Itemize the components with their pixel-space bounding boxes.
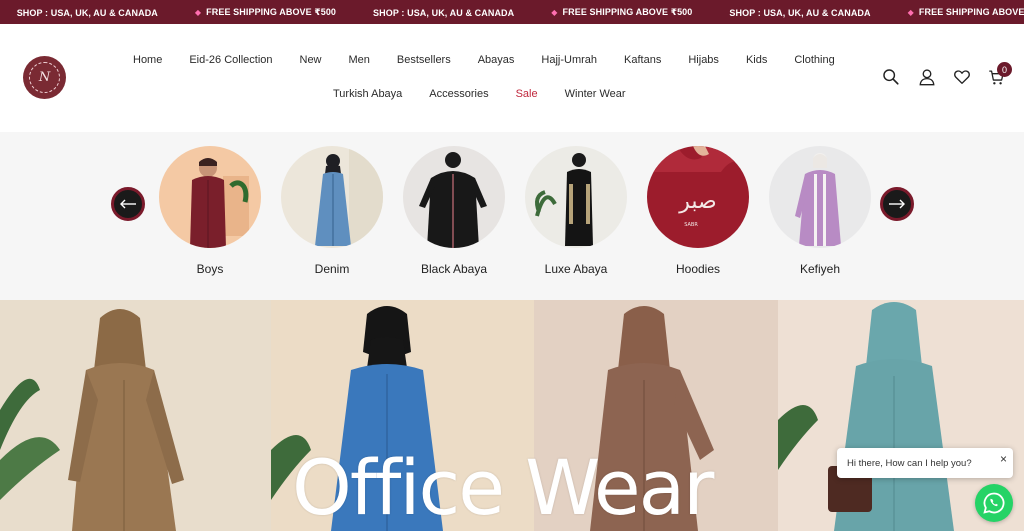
arrow-right-icon xyxy=(889,199,905,209)
announcement-bar: ₹500SHOP : USA, UK, AU & CANADA◆FREE SHI… xyxy=(0,0,1024,24)
chat-close-button[interactable]: × xyxy=(1000,452,1007,466)
category-carousel: Boys Denim Black Abaya Luxe Abaya صبر SA… xyxy=(0,132,1024,300)
brand-logo[interactable]: N xyxy=(23,56,66,99)
hero-panel-1 xyxy=(0,300,271,531)
nav-item-turkish-abaya[interactable]: Turkish Abaya xyxy=(333,88,402,100)
whatsapp-icon xyxy=(983,492,1005,514)
main-nav-row-1: Home Eid-26 Collection New Men Bestsellers Ab… xyxy=(133,54,862,66)
announcement-text: SHOP : USA, UK, AU & CANADA xyxy=(373,7,515,18)
user-icon[interactable] xyxy=(918,68,936,86)
nav-item-accessories[interactable]: Accessories xyxy=(429,88,488,100)
nav-item-kaftans[interactable]: Kaftans xyxy=(624,54,661,66)
nav-item-hajj-umrah[interactable]: Hajj-Umrah xyxy=(541,54,597,66)
announcement-text: SHOP : USA, UK, AU & CANADA xyxy=(729,7,871,18)
hero-banner[interactable]: Office Wear xyxy=(0,300,1024,531)
category-image xyxy=(159,146,261,248)
logo-emblem: N xyxy=(29,62,60,93)
announcement-message: SHOP : USA, UK, AU & CANADA xyxy=(17,7,158,18)
nav-item-new[interactable]: New xyxy=(300,54,322,66)
category-label: Hoodies xyxy=(675,262,721,276)
chat-greeting-text: Hi there, How can I help you? xyxy=(847,457,972,469)
category-black-abaya[interactable]: Black Abaya xyxy=(403,146,505,276)
hoodie-print-text: صبر xyxy=(678,189,716,214)
category-image xyxy=(281,146,383,248)
category-denim[interactable]: Denim xyxy=(281,146,383,276)
nav-item-winter-wear[interactable]: Winter Wear xyxy=(565,88,626,100)
nav-item-home[interactable]: Home xyxy=(133,54,162,66)
main-nav-row-2: Turkish Abaya Accessories Sale Winter Wear xyxy=(333,88,653,100)
announcement-text: SHOP : USA, UK, AU & CANADA xyxy=(16,7,158,18)
category-image xyxy=(769,146,871,248)
heart-icon[interactable] xyxy=(953,68,971,86)
category-kefiyeh[interactable]: Kefiyeh xyxy=(769,146,871,276)
announcement-message: SHOP : USA, UK, AU & CANADA xyxy=(729,7,870,18)
category-label: Luxe Abaya xyxy=(544,262,608,276)
announcement-track: ₹500SHOP : USA, UK, AU & CANADA◆FREE SHI… xyxy=(0,7,1024,18)
category-boys[interactable]: Boys xyxy=(159,146,261,276)
tag-icon: ◆ xyxy=(194,8,202,17)
announcement-message: ◆ FREE SHIPPING ABOVE ₹500 xyxy=(908,7,1024,18)
search-icon[interactable] xyxy=(882,68,900,86)
announcement-text: FREE SHIPPING ABOVE ₹500 xyxy=(206,7,337,17)
announcement-message: ◆ FREE SHIPPING ABOVE ₹500 xyxy=(551,7,692,18)
category-label: Black Abaya xyxy=(420,262,488,276)
logo-letter: N xyxy=(38,70,51,85)
nav-item-sale[interactable]: Sale xyxy=(516,88,538,100)
nav-item-clothing[interactable]: Clothing xyxy=(794,54,834,66)
category-image xyxy=(525,146,627,248)
nav-item-kids[interactable]: Kids xyxy=(746,54,767,66)
site-header: N Home Eid-26 Collection New Men Bestsellers… xyxy=(0,24,1024,132)
carousel-prev-button[interactable] xyxy=(111,187,145,221)
chat-greeting-bubble[interactable]: Hi there, How can I help you? × xyxy=(837,448,1013,478)
category-label: Boys xyxy=(196,262,224,276)
nav-item-bestsellers[interactable]: Bestsellers xyxy=(397,54,451,66)
category-label: Denim xyxy=(314,262,350,276)
announcement-message: SHOP : USA, UK, AU & CANADA xyxy=(373,7,514,18)
tag-icon: ◆ xyxy=(551,8,558,17)
category-image xyxy=(403,146,505,248)
category-luxe-abaya[interactable]: Luxe Abaya xyxy=(525,146,627,276)
announcement-message: ◆ FREE SHIPPING ABOVE ₹500 xyxy=(195,7,336,18)
category-label: Kefiyeh xyxy=(799,262,841,276)
category-hoodies[interactable]: صبر SABR Hoodies xyxy=(647,146,749,276)
arrow-left-icon xyxy=(120,199,136,209)
hoodie-small-text: SABR xyxy=(684,222,698,228)
nav-item-abayas[interactable]: Abayas xyxy=(478,54,515,66)
announcement-text: FREE SHIPPING ABOVE ₹500 xyxy=(562,7,693,17)
whatsapp-chat-button[interactable] xyxy=(975,484,1013,522)
category-image: صبر SABR xyxy=(647,146,749,248)
announcement-text: FREE SHIPPING ABOVE ₹500 xyxy=(918,7,1024,17)
carousel-next-button[interactable] xyxy=(880,187,914,221)
nav-item-eid-26-collection[interactable]: Eid-26 Collection xyxy=(189,54,272,66)
tag-icon: ◆ xyxy=(907,8,914,17)
nav-item-hijabs[interactable]: Hijabs xyxy=(688,54,719,66)
cart-count-badge: 0 xyxy=(997,62,1012,77)
hero-title: Office Wear xyxy=(292,443,714,531)
nav-item-men[interactable]: Men xyxy=(349,54,370,66)
